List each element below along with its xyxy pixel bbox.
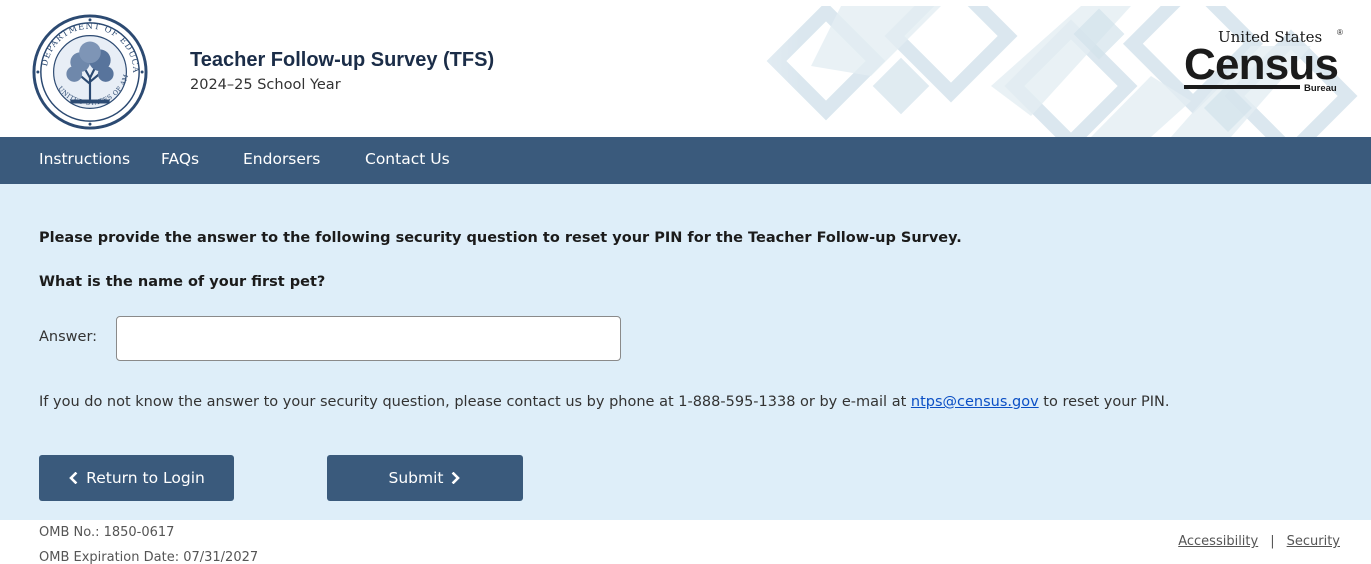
security-question: What is the name of your first pet?: [39, 274, 326, 290]
survey-title: Teacher Follow-up Survey (TFS): [190, 49, 495, 71]
page-header: DEPARTMENT OF EDUCATION UNITED STATES OF…: [0, 6, 1371, 137]
department-of-education-seal-icon: DEPARTMENT OF EDUCATION UNITED STATES OF…: [31, 13, 148, 130]
census-logo-bureau: Bureau: [1304, 83, 1337, 94]
accessibility-link[interactable]: Accessibility: [1178, 534, 1258, 549]
answer-input[interactable]: [116, 316, 621, 361]
census-logo-word: Census: [1184, 40, 1339, 89]
security-link[interactable]: Security: [1287, 534, 1340, 549]
census-logo-registered: ®: [1337, 28, 1343, 37]
census-bureau-logo: United States ® Census Bureau: [1184, 28, 1343, 94]
survey-title-block: Teacher Follow-up Survey (TFS) 2024–25 S…: [190, 48, 494, 96]
nav-contact-us[interactable]: Contact Us: [365, 137, 450, 184]
footer-links: Accessibility | Security: [1178, 534, 1340, 549]
footer-separator: |: [1270, 534, 1275, 549]
nav-faqs[interactable]: FAQs: [161, 137, 199, 184]
answer-label: Answer:: [39, 329, 98, 345]
page-footer: OMB No.: 1850-0617 OMB Expiration Date: …: [0, 520, 1371, 564]
submit-button[interactable]: Submit: [327, 455, 523, 501]
chevron-left-icon: [69, 472, 78, 484]
return-to-login-button[interactable]: Return to Login: [39, 455, 234, 501]
omb-expiration: OMB Expiration Date: 07/31/2027: [39, 550, 259, 564]
nav-endorsers[interactable]: Endorsers: [243, 137, 320, 184]
help-text-before: If you do not know the answer to your se…: [39, 394, 911, 410]
help-text-after: to reset your PIN.: [1038, 394, 1170, 410]
chevron-right-icon: [452, 472, 461, 484]
main-content: Please provide the answer to the followi…: [0, 184, 1371, 520]
nav-instructions[interactable]: Instructions: [39, 137, 130, 184]
help-text: If you do not know the answer to your se…: [39, 394, 1169, 410]
omb-number: OMB No.: 1850-0617: [39, 525, 175, 540]
main-nav: Instructions FAQs Endorsers Contact Us: [0, 137, 1371, 184]
return-button-label: Return to Login: [86, 469, 205, 487]
email-link[interactable]: ntps@census.gov: [911, 394, 1039, 410]
submit-button-label: Submit: [388, 469, 444, 487]
instruction-text: Please provide the answer to the followi…: [39, 230, 962, 246]
survey-year: 2024–25 School Year: [190, 77, 341, 93]
